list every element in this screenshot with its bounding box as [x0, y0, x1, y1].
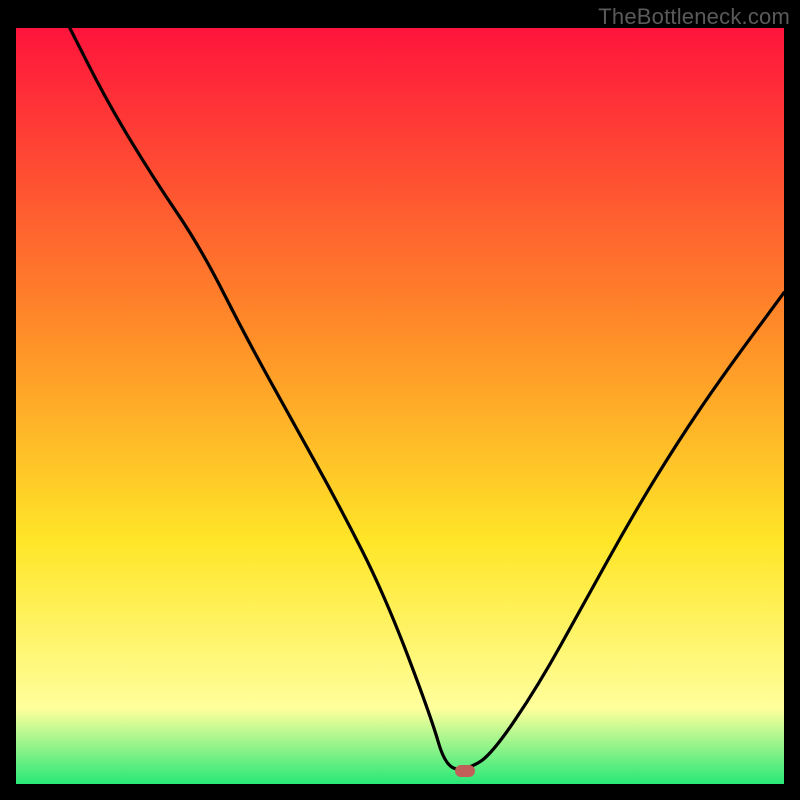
- chart-svg: [16, 28, 784, 784]
- watermark-text: TheBottleneck.com: [598, 4, 790, 30]
- chart-plot-area: [16, 28, 784, 784]
- chart-frame: TheBottleneck.com: [0, 0, 800, 800]
- optimal-marker: [455, 765, 475, 777]
